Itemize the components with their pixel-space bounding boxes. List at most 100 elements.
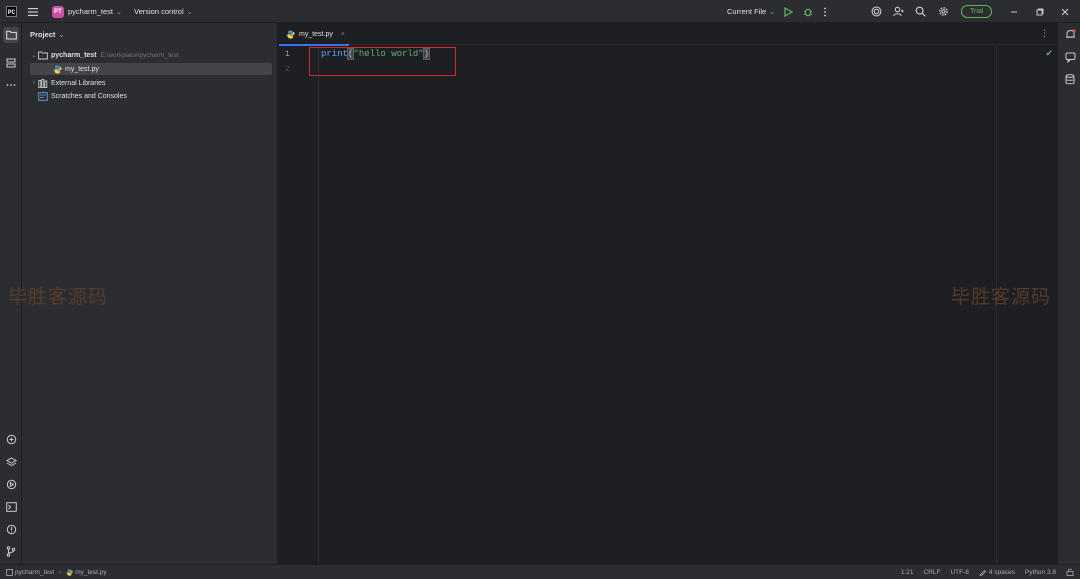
tree-item-my-test-py[interactable]: my_test.py (30, 63, 272, 75)
run-button[interactable] (784, 0, 794, 23)
database-button[interactable] (1063, 72, 1077, 86)
debug-button[interactable] (803, 0, 813, 23)
more-actions-button[interactable] (823, 0, 831, 23)
notifications-button[interactable] (1063, 27, 1077, 41)
minimize-button[interactable] (1010, 0, 1020, 23)
bug-icon (803, 8, 813, 16)
user-add-icon (893, 6, 904, 17)
database-icon (1065, 73, 1075, 84)
status-bar: pycharm_test › my_test.py 1:21 CRLF UTF-… (0, 564, 1080, 579)
chevron-down-icon: ⌄ (116, 8, 122, 16)
folder-icon (5, 30, 17, 40)
breadcrumb-project[interactable]: pycharm_test (15, 569, 54, 576)
close-window-button[interactable] (1061, 0, 1071, 23)
indent-label: 4 spaces (988, 568, 1015, 576)
tree-item-label: my_test.py (65, 65, 99, 73)
tree-item-path: E:\workplace\pycharm_test (100, 51, 179, 59)
terminal-button[interactable] (3, 499, 19, 515)
branch-icon (6, 545, 16, 557)
main-menu-icon[interactable] (27, 0, 41, 23)
chevron-down-icon: ⌄ (58, 31, 65, 39)
structure-tool-button[interactable] (3, 55, 19, 71)
project-root-icon (6, 568, 13, 576)
caret-position[interactable]: 1:21 (901, 569, 914, 576)
library-icon (38, 78, 48, 88)
folder-icon (38, 50, 48, 60)
run-configuration-selector[interactable]: Current File ⌄ (727, 0, 775, 23)
ai-chat-button[interactable] (1063, 50, 1077, 64)
run-config-label: Current File (727, 7, 767, 16)
project-switcher[interactable]: PT pycharm_test ⌄ (52, 0, 122, 23)
python-file-icon (66, 568, 73, 576)
python-file-icon (52, 64, 62, 74)
settings-button[interactable] (938, 0, 950, 23)
trial-button[interactable]: Trial (961, 0, 993, 23)
restore-button[interactable] (1036, 0, 1046, 23)
restore-icon (1036, 8, 1044, 15)
expand-arrow-icon[interactable]: › (30, 80, 38, 86)
expand-arrow-icon[interactable]: ⌄ (30, 52, 38, 59)
tree-item-label: pycharm_test (51, 51, 97, 59)
title-bar: PC PT pycharm_test ⌄ Version control ⌄ C… (0, 0, 1080, 23)
watermark-right: 毕胜客源码 (951, 286, 1052, 308)
code-with-me-button[interactable] (893, 0, 905, 23)
terminal-icon (5, 502, 17, 512)
project-name: pycharm_test (68, 7, 114, 16)
breadcrumb: pycharm_test › my_test.py (6, 565, 107, 579)
line-number-gutter: 1 2 (279, 46, 319, 564)
chevron-down-icon: ⌄ (769, 8, 776, 16)
close-icon (1061, 8, 1069, 15)
search-everywhere-button[interactable] (915, 0, 927, 23)
file-encoding[interactable]: UTF-8 (950, 569, 968, 576)
project-panel-title: Project (30, 30, 56, 39)
python-interpreter[interactable]: Python 3.8 (1025, 569, 1056, 576)
no-problems-check-icon[interactable]: ✔ (1045, 48, 1053, 59)
git-button[interactable] (3, 543, 19, 559)
run-tool-button[interactable] (3, 476, 19, 492)
python-packages-icon (6, 434, 16, 444)
project-tool-button[interactable] (3, 27, 19, 43)
tab-my-test-py[interactable]: my_test.py × (279, 23, 349, 46)
warning-circle-icon (6, 524, 16, 534)
run-circle-icon (6, 479, 16, 489)
more-vertical-icon (824, 7, 826, 16)
bell-icon (1065, 28, 1076, 38)
indent-setting[interactable]: 4 spaces (979, 568, 1015, 576)
editor-area: my_test.py × ⋮ 1 2 print("hello world") … (279, 23, 1057, 564)
line-number: 1 (285, 50, 290, 59)
right-tool-strip (1057, 23, 1080, 564)
tab-options-icon[interactable]: ⋮ (1040, 28, 1049, 39)
minimize-icon (1011, 11, 1017, 12)
watermark-left: 毕胜客源码 (8, 286, 109, 308)
python-packages-button[interactable] (3, 431, 19, 447)
spiral-icon (871, 6, 882, 17)
problems-button[interactable] (3, 521, 19, 537)
ai-assistant-button[interactable] (871, 0, 883, 23)
lock-icon[interactable] (1066, 568, 1074, 576)
more-tools-button[interactable] (3, 77, 19, 93)
tree-item-label: Scratches and Consoles (51, 92, 127, 100)
breadcrumb-file[interactable]: my_test.py (75, 569, 106, 576)
indent-icon (979, 569, 986, 576)
project-badge: PT (52, 5, 64, 18)
pycharm-logo-icon: PC (6, 0, 18, 23)
line-number: 2 (285, 65, 290, 74)
tree-item-external-libraries[interactable]: › External Libraries (30, 77, 272, 89)
version-control-menu[interactable]: Version control ⌄ (134, 0, 193, 23)
scratches-icon (38, 91, 48, 101)
version-control-label: Version control (134, 7, 184, 16)
services-button[interactable] (3, 454, 19, 470)
project-panel-header[interactable]: Project ⌄ (30, 30, 64, 39)
layers-icon (5, 456, 17, 466)
close-tab-icon[interactable]: × (341, 31, 345, 38)
tab-label: my_test.py (299, 30, 333, 38)
python-file-icon (286, 30, 295, 39)
structure-icon (6, 58, 16, 68)
chat-icon (1065, 52, 1075, 63)
gear-icon (939, 7, 948, 16)
tree-item-project-root[interactable]: ⌄ pycharm_test E:\workplace\pycharm_test (30, 49, 272, 61)
tree-item-scratches[interactable]: Scratches and Consoles (30, 90, 272, 102)
search-icon (915, 6, 926, 17)
line-separator[interactable]: CRLF (923, 569, 940, 576)
tree-item-label: External Libraries (51, 79, 106, 87)
